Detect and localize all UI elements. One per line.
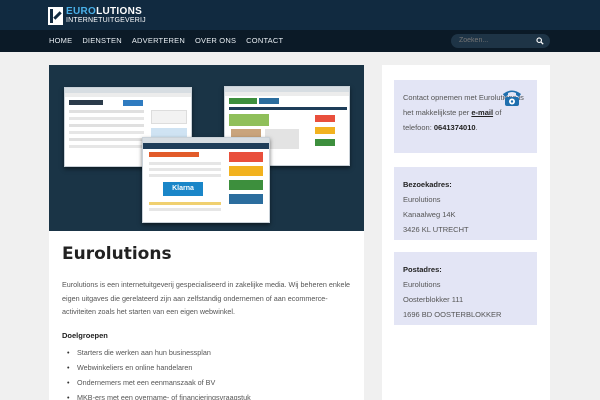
visit-address-line: Eurolutions xyxy=(403,195,441,204)
page-title: Eurolutions xyxy=(62,244,172,264)
nav-item-contact[interactable]: CONTACT xyxy=(241,30,288,52)
postal-address-box: Postadres: Eurolutions Oosterblokker 111… xyxy=(394,252,537,325)
klarna-banner: Klarna xyxy=(163,182,203,196)
main-content: Klarna Eurolutions Eurolutions is een in… xyxy=(49,65,364,400)
phone-number: 0641374010 xyxy=(433,123,476,132)
visit-address-box: Bezoekadres: Eurolutions Kanaalweg 14K 3… xyxy=(394,167,537,240)
search-icon[interactable] xyxy=(536,37,544,45)
postal-address-line: Oosterblokker 111 xyxy=(403,295,464,304)
sidebar: Contact opnemen met Eurolutions is het m… xyxy=(382,65,550,400)
website-screenshot-center: Klarna xyxy=(142,137,270,223)
list-item: Ondernemers met een eenmanszaak of BV xyxy=(67,375,251,390)
email-link[interactable]: e-mail xyxy=(471,108,493,117)
postal-address-line: 1696 BD OOSTERBLOKKER xyxy=(403,310,502,319)
site-logo[interactable]: EUROLUTIONS INTERNETUITGEVERIJ xyxy=(48,5,146,27)
list-item: MKB-ers met een overname- of financierin… xyxy=(67,390,251,400)
visit-address-title: Bezoekadres: xyxy=(403,180,452,189)
nav-item-home[interactable]: HOME xyxy=(44,30,77,52)
postal-address-title: Postadres: xyxy=(403,265,442,274)
list-item: Webwinkeliers en online handelaren xyxy=(67,360,251,375)
nav-item-over-ons[interactable]: OVER ONS xyxy=(190,30,241,52)
visit-address-line: Kanaalweg 14K xyxy=(403,210,456,219)
nav-item-adverteren[interactable]: ADVERTEREN xyxy=(127,30,190,52)
contact-box: Contact opnemen met Eurolutions is het m… xyxy=(394,80,537,153)
visit-address-line: 3426 KL UTRECHT xyxy=(403,225,469,234)
brand-subtitle: INTERNETUITGEVERIJ xyxy=(66,17,146,24)
brand-name: EUROLUTIONS xyxy=(66,6,143,17)
postal-address-line: Eurolutions xyxy=(403,280,441,289)
section-heading-doelgroepen: Doelgroepen xyxy=(62,331,108,340)
nav-item-diensten[interactable]: DIENSTEN xyxy=(77,30,127,52)
search-box xyxy=(451,34,550,48)
search-input[interactable] xyxy=(459,34,529,48)
logo-mark-icon xyxy=(48,7,63,25)
doelgroepen-list: Starters die werken aan hun businessplan… xyxy=(67,345,251,400)
site-header: EUROLUTIONS INTERNETUITGEVERIJ xyxy=(0,0,600,30)
list-item: Starters die werken aan hun businessplan xyxy=(67,345,251,360)
phone-icon xyxy=(503,90,521,106)
hero-image: Klarna xyxy=(49,65,364,231)
intro-paragraph: Eurolutions is een internetuitgeverij ge… xyxy=(62,280,351,316)
